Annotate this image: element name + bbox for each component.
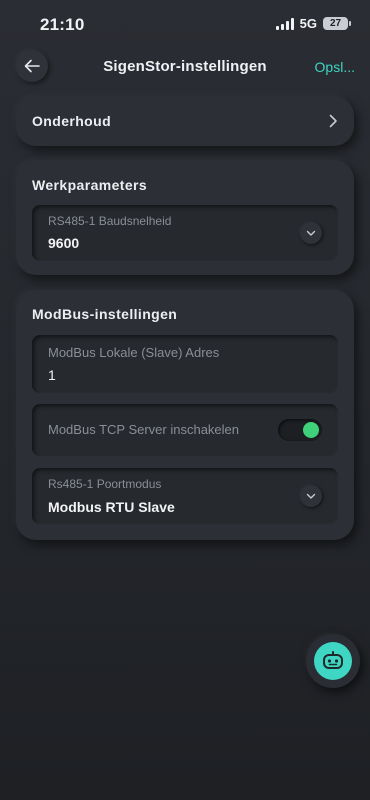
- baud-rate-value: 9600: [48, 235, 80, 251]
- maintenance-label: Onderhoud: [32, 113, 112, 129]
- baud-dropdown-button[interactable]: [300, 222, 322, 244]
- tcp-server-toggle[interactable]: [278, 419, 322, 441]
- chevron-right-icon: [329, 114, 337, 128]
- work-params-card: Werkparameters RS485-1 Baudsnelheid 9600: [16, 160, 354, 275]
- assistant-inner: [314, 642, 352, 680]
- modbus-card: ModBus-instellingen ModBus Lokale (Slave…: [16, 290, 354, 540]
- slave-address-field[interactable]: ModBus Lokale (Slave) Adres 1: [32, 335, 338, 393]
- status-time: 21:10: [40, 15, 85, 34]
- network-label: 5G: [299, 16, 317, 31]
- port-mode-value: Modbus RTU Slave: [48, 499, 175, 515]
- tcp-server-label: ModBus TCP Server inschakelen: [48, 422, 240, 437]
- slave-address-value: 1: [48, 367, 56, 383]
- status-bar: 21:10 5G 27: [0, 0, 370, 46]
- baud-rate-select[interactable]: RS485-1 Baudsnelheid 9600: [32, 205, 338, 261]
- port-mode-dropdown-button[interactable]: [300, 485, 322, 507]
- chevron-down-icon: [306, 230, 316, 236]
- slave-address-label: ModBus Lokale (Slave) Adres: [48, 345, 220, 360]
- assistant-button[interactable]: [306, 634, 360, 688]
- robot-assistant-icon: [323, 651, 343, 669]
- port-mode-select[interactable]: Rs485-1 Poortmodus Modbus RTU Slave: [32, 468, 338, 524]
- tcp-server-row: ModBus TCP Server inschakelen: [32, 404, 338, 456]
- header: SigenStor-instellingen Opsl...: [0, 48, 370, 86]
- signal-icon: [275, 17, 294, 30]
- port-mode-label: Rs485-1 Poortmodus: [48, 477, 162, 491]
- maintenance-row[interactable]: Onderhoud: [16, 96, 354, 146]
- modbus-title: ModBus-instellingen: [32, 306, 178, 322]
- battery-icon: 27: [323, 17, 351, 30]
- chevron-down-icon: [306, 493, 316, 499]
- status-indicators: 5G 27: [275, 16, 351, 31]
- baud-rate-label: RS485-1 Baudsnelheid: [48, 214, 172, 228]
- work-params-title: Werkparameters: [32, 177, 148, 193]
- save-button[interactable]: Opsl...: [315, 59, 355, 75]
- toggle-knob: [303, 422, 319, 438]
